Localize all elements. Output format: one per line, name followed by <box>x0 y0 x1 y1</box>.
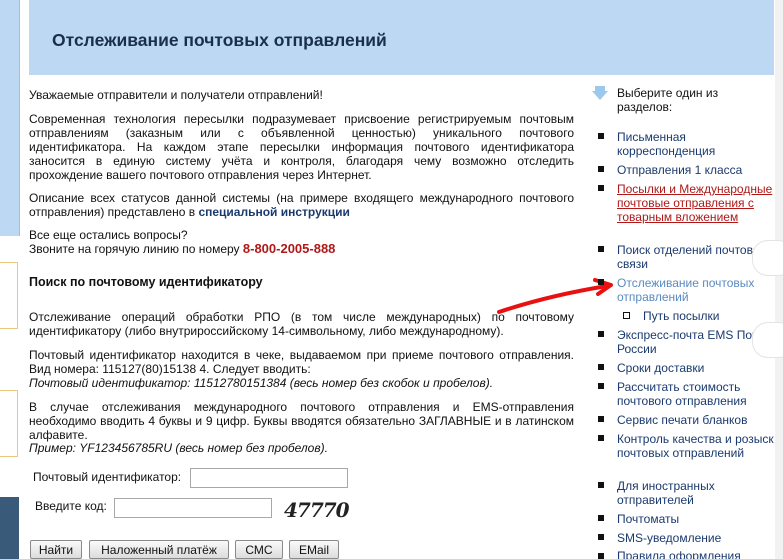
sidebar-item-delivery-time[interactable]: Сроки доставки <box>617 361 777 375</box>
bullet-icon <box>598 534 604 540</box>
identifier-input[interactable] <box>190 468 348 488</box>
page-scroll-edge <box>775 0 783 559</box>
left-panel-box <box>0 262 18 329</box>
hotline-prefix: Звоните на горячую линию по номеру <box>29 242 243 256</box>
identifier-example: Почтовый идентификатор: 11512780151384 (… <box>29 376 494 390</box>
bullet-icon <box>598 482 604 488</box>
cod-button[interactable]: Наложенный платёж <box>89 540 229 559</box>
sidebar-heading: Выберите один из разделов: <box>617 86 719 114</box>
sidebar-item-cost-calc[interactable]: Рассчитать стоимость почтового отправлен… <box>617 380 777 408</box>
square-bullet-icon <box>623 312 630 319</box>
captcha-input[interactable] <box>114 498 272 518</box>
sidebar-subitem-parcel-path[interactable]: Путь посылки <box>643 309 719 323</box>
search-section-title: Поиск по почтовому идентификатору <box>29 275 263 289</box>
sidebar-item-letters[interactable]: Письменная корреспонденция <box>617 130 777 158</box>
sidebar-item-sms-notification[interactable]: SMS-уведомление <box>617 531 777 545</box>
floating-side-button[interactable] <box>752 240 783 276</box>
tech-description: Современная технология пересылки подразу… <box>29 112 574 182</box>
floating-side-button[interactable] <box>752 322 783 358</box>
red-arrow-annotation <box>497 278 613 314</box>
bullet-icon <box>598 246 604 252</box>
code-label: Введите код: <box>35 499 107 513</box>
bullet-icon <box>598 416 604 422</box>
tracking-description: Отслеживание операций обработки РПО (в т… <box>29 310 574 338</box>
left-blue-panel <box>0 0 20 236</box>
sidebar-item-forms-print[interactable]: Сервис печати бланков <box>617 413 777 427</box>
bullet-icon <box>598 279 604 285</box>
hotline-text: Звоните на горячую линию по номеру 8-800… <box>29 241 574 257</box>
email-button[interactable]: EMail <box>289 540 339 559</box>
bullet-icon <box>598 435 604 441</box>
bullet-icon <box>598 383 604 389</box>
sms-button[interactable]: СМС <box>235 540 283 559</box>
sidebar-item-foreign-senders[interactable]: Для иностранных отправителей <box>617 479 777 507</box>
captcha-image: 47770 <box>284 498 350 522</box>
bullet-icon <box>598 553 604 559</box>
find-button[interactable]: Найти <box>30 540 82 559</box>
bullet-icon <box>598 166 604 172</box>
sidebar-item-parcel-lockers[interactable]: Почтоматы <box>617 512 777 526</box>
left-dark-panel <box>0 497 19 559</box>
bullet-icon <box>598 331 604 337</box>
sidebar-item-tracking[interactable]: Отслеживание почтовых отправлений <box>617 276 777 304</box>
identifier-description: Почтовый идентификатор находится в чеке,… <box>29 348 574 376</box>
arrow-down-icon <box>592 86 608 100</box>
statuses-description: Описание всех статусов данной системы (н… <box>29 191 574 219</box>
questions-text: Все еще остались вопросы? <box>29 228 188 242</box>
identifier-label: Почтовый идентификатор: <box>33 470 182 484</box>
greeting-text: Уважаемые отправители и получатели отпра… <box>29 88 323 102</box>
bullet-icon <box>598 364 604 370</box>
international-description: В случае отслеживания международного поч… <box>29 400 574 442</box>
page-title: Отслеживание почтовых отправлений <box>52 30 387 50</box>
bullet-icon <box>598 515 604 521</box>
sidebar-item-parcels[interactable]: Посылки и Международные почтовые отправл… <box>617 182 777 224</box>
international-example: Пример: YF123456785RU (весь номер без пр… <box>29 441 328 455</box>
bullet-icon <box>598 185 604 191</box>
instruction-link[interactable]: специальной инструкции <box>198 205 349 219</box>
hotline-number: 8-800-2005-888 <box>242 241 336 256</box>
sidebar-item-quality-control[interactable]: Контроль качества и розыск почтовых отпр… <box>617 432 777 460</box>
bullet-icon <box>598 133 604 139</box>
left-panel-box <box>0 390 18 457</box>
sidebar-item-rules[interactable]: Правила оформления <box>617 549 777 559</box>
sidebar-item-first-class[interactable]: Отправления 1 класса <box>617 163 777 177</box>
